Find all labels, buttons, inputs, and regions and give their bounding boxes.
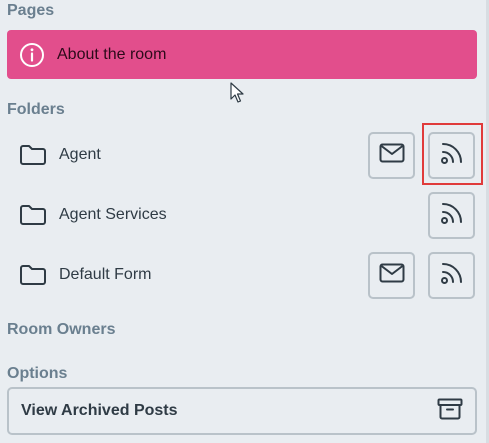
folder-label: Agent Services (59, 206, 167, 223)
agent-services-rss-button[interactable] (428, 192, 475, 239)
page-item-label: About the room (57, 45, 167, 63)
agent-email-button[interactable] (368, 132, 415, 179)
mail-icon (379, 263, 405, 288)
archive-icon (437, 398, 463, 425)
highlight-box (422, 123, 483, 185)
default-form-rss-button[interactable] (428, 252, 475, 299)
page-item-about-the-room[interactable]: About the room (7, 30, 477, 79)
folder-row-agent-services[interactable]: Agent Services (7, 190, 482, 240)
folder-icon (19, 203, 47, 227)
options-section-title: Options (7, 365, 68, 382)
folder-icon (19, 143, 47, 167)
folders-section-title: Folders (7, 101, 65, 118)
rss-icon (440, 201, 464, 230)
folder-label: Default Form (59, 266, 152, 283)
rss-icon (440, 261, 464, 290)
view-archived-posts-button[interactable]: View Archived Posts (7, 387, 477, 435)
mail-icon (379, 143, 405, 168)
mouse-cursor-icon (230, 82, 244, 103)
info-icon (19, 42, 45, 68)
room-owners-section-title: Room Owners (7, 321, 116, 338)
default-form-email-button[interactable] (368, 252, 415, 299)
folder-label: Agent (59, 146, 101, 163)
view-archived-posts-label: View Archived Posts (21, 402, 178, 419)
pages-section-title: Pages (7, 2, 55, 19)
folder-icon (19, 263, 47, 287)
